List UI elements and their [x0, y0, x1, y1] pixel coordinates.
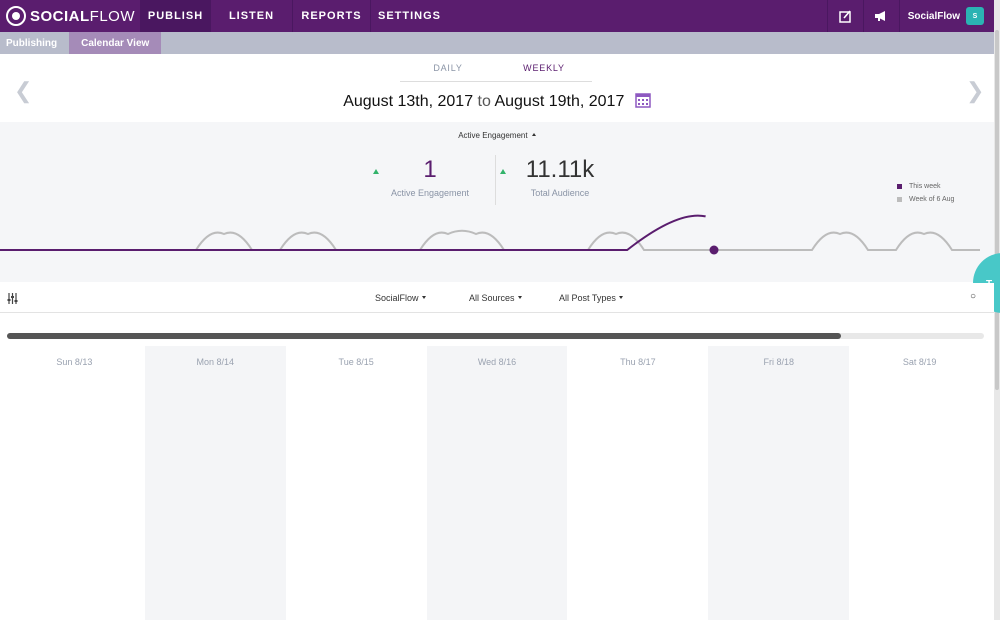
top-nav-bar: SOCIALFLOW PUBLISH LISTEN REPORTS SETTIN…	[0, 0, 994, 32]
filter-account-dropdown[interactable]: SocialFlow	[375, 293, 426, 303]
tab-daily[interactable]: DAILY	[400, 54, 496, 81]
horizontal-scrollbar[interactable]	[7, 333, 984, 339]
day-header: Fri 8/18	[763, 357, 794, 367]
metric-label: Active Engagement	[390, 188, 470, 198]
period-tabs: DAILY WEEKLY	[400, 54, 592, 82]
metric-selector-label: Active Engagement	[458, 131, 528, 140]
announcements-button[interactable]	[862, 0, 899, 32]
subtab-calendar-view[interactable]: Calendar View	[69, 32, 162, 54]
date-connector: to	[477, 93, 491, 110]
day-column-sun[interactable]: Sun 8/13	[4, 346, 145, 620]
caret-down-icon	[517, 296, 522, 299]
day-column-sat[interactable]: Sat 8/19	[849, 346, 990, 620]
day-column-wed[interactable]: Wed 8/16	[426, 346, 568, 620]
vertical-scrollbar-thumb[interactable]	[995, 30, 999, 390]
series-line-this-week	[0, 214, 706, 251]
series-endpoint-marker	[709, 245, 719, 255]
filter-label: SocialFlow	[375, 293, 419, 303]
metric-label: Total Audience	[530, 188, 590, 198]
sliders-icon[interactable]	[7, 293, 18, 304]
nav-settings[interactable]: SETTINGS	[370, 0, 448, 32]
legend-label: This week	[909, 183, 941, 190]
caret-down-icon	[421, 296, 426, 299]
app-logo[interactable]: SOCIALFLOW	[0, 0, 140, 32]
sub-nav-bar: Publishing Calendar View	[0, 32, 994, 54]
filter-post-types-dropdown[interactable]: All Post Types	[559, 293, 623, 303]
compose-button[interactable]	[826, 0, 863, 32]
nav-listen[interactable]: LISTEN	[210, 0, 292, 32]
filter-sources-dropdown[interactable]: All Sources	[469, 293, 522, 303]
nav-publish[interactable]: PUBLISH	[140, 0, 210, 32]
day-column-mon[interactable]: Mon 8/14	[144, 346, 286, 620]
nav-reports[interactable]: REPORTS	[292, 0, 370, 32]
logo-text: SOCIALFLOW	[30, 7, 136, 25]
metric-value: 1	[423, 156, 437, 183]
filter-bar: SocialFlow All Sources All Post Types ○	[0, 283, 994, 313]
horizontal-scrollbar-thumb[interactable]	[7, 333, 841, 339]
engagement-sparkline	[0, 214, 980, 255]
series-line-previous-week	[0, 229, 980, 251]
avatar: S	[966, 7, 984, 25]
metric-active-engagement: 1 Active Engagement	[380, 156, 480, 198]
metric-total-audience: 11.11k Total Audience	[510, 156, 610, 198]
metric-value: 11.11k	[525, 156, 595, 183]
metric-selector[interactable]: Active Engagement	[0, 131, 994, 140]
socialflow-logo-icon	[6, 6, 26, 26]
day-header: Thu 8/17	[620, 357, 656, 367]
subtab-publishing[interactable]: Publishing	[0, 32, 69, 54]
compose-icon	[839, 9, 851, 23]
day-header: Sun 8/13	[56, 357, 93, 367]
tab-weekly[interactable]: WEEKLY	[496, 54, 592, 81]
day-header: Wed 8/16	[477, 357, 517, 367]
legend-swatch	[897, 184, 902, 189]
date-range: August 13th, 2017 to August 19th, 2017	[0, 92, 994, 111]
week-calendar: Sun 8/13 Mon 8/14 Tue 8/15 Wed 8/16 Thu …	[4, 346, 990, 620]
filter-label: All Sources	[469, 293, 515, 303]
legend-item: This week	[897, 183, 954, 190]
date-start: August 13th, 2017	[343, 93, 474, 110]
filter-label: All Post Types	[559, 293, 616, 303]
search-icon[interactable]: ○	[970, 291, 976, 302]
day-header: Mon 8/14	[196, 357, 235, 367]
day-column-tue[interactable]: Tue 8/15	[286, 346, 427, 620]
date-end: August 19th, 2017	[494, 93, 625, 110]
day-column-thu[interactable]: Thu 8/17	[567, 346, 708, 620]
metric-divider	[495, 155, 496, 205]
megaphone-icon	[875, 11, 886, 21]
trend-up-icon	[373, 169, 379, 174]
caret-up-icon	[531, 133, 536, 136]
day-header: Tue 8/15	[338, 357, 374, 367]
day-header: Sat 8/19	[902, 357, 937, 367]
user-menu[interactable]: SocialFlow S	[898, 0, 994, 32]
trend-up-icon	[500, 169, 506, 174]
user-name: SocialFlow	[907, 10, 960, 22]
caret-down-icon	[618, 296, 623, 299]
day-column-fri[interactable]: Fri 8/18	[708, 346, 850, 620]
calendar-icon[interactable]	[635, 92, 651, 108]
